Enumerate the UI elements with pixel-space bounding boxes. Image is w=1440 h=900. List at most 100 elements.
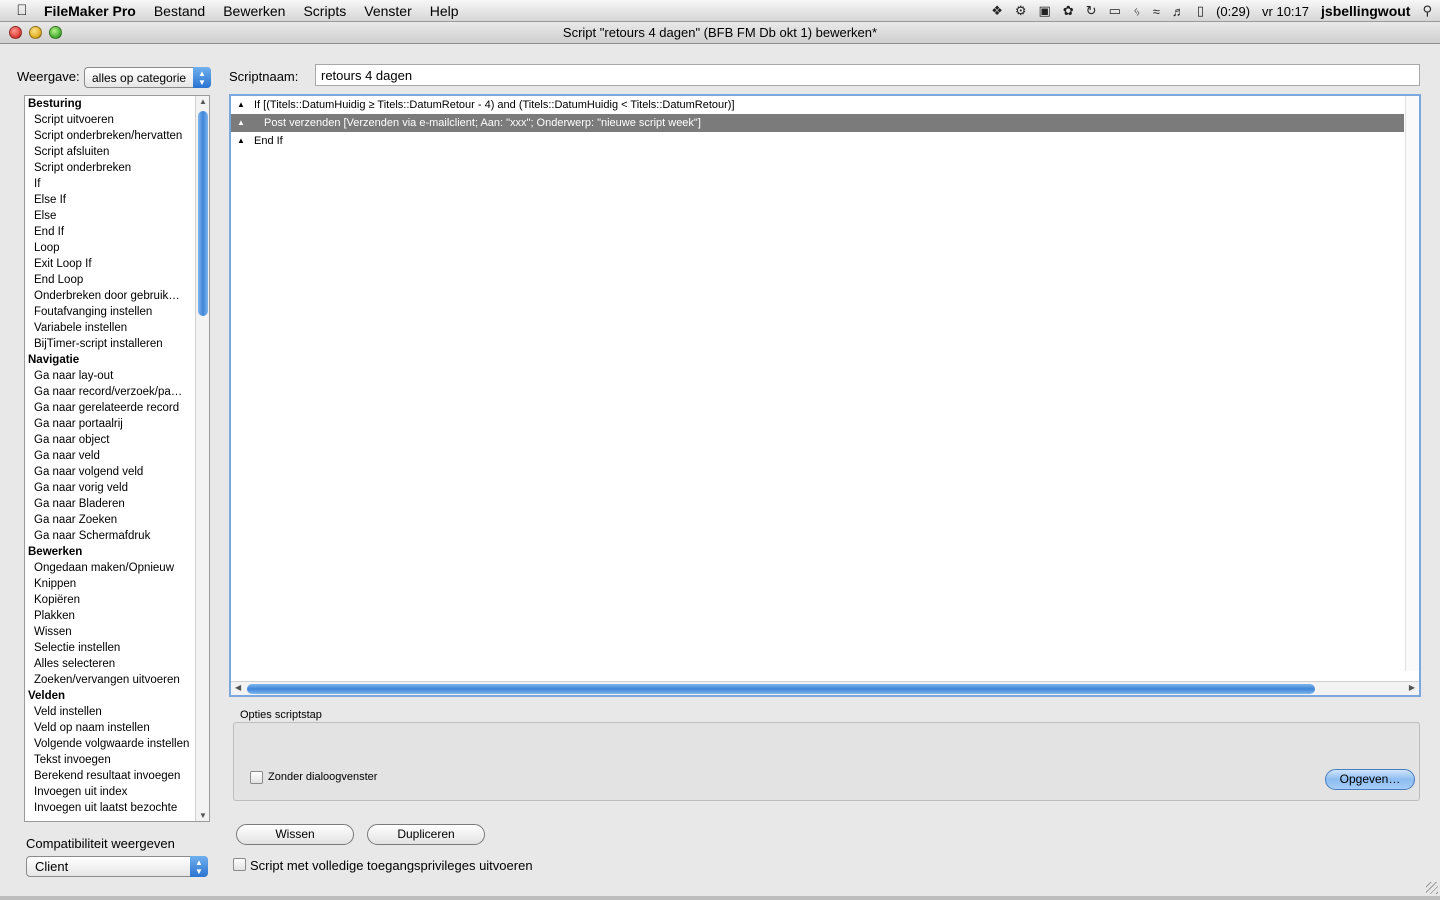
battery-time[interactable]: (0:29) — [1216, 4, 1250, 19]
time-machine-icon[interactable]: ↻ — [1086, 3, 1097, 19]
editor-scroll-thumb[interactable] — [247, 684, 1315, 694]
script-line-text: If [(Titels::DatumHuidig ≥ Titels::Datum… — [254, 99, 735, 111]
step-item[interactable]: Else If — [25, 192, 197, 208]
step-category[interactable]: Bewerken — [25, 544, 197, 560]
step-item[interactable]: Ga naar lay-out — [25, 368, 197, 384]
step-item[interactable]: Knippen — [25, 576, 197, 592]
step-item[interactable]: Foutafvanging instellen — [25, 304, 197, 320]
step-item[interactable]: Ga naar volgend veld — [25, 464, 197, 480]
step-item[interactable]: BijTimer-script installeren — [25, 336, 197, 352]
script-editor-pane[interactable]: ▲ If [(Titels::DatumHuidig ≥ Titels::Dat… — [229, 94, 1421, 697]
step-item[interactable]: Invoegen uit laatst bezochte — [25, 800, 197, 816]
step-item[interactable]: Veld instellen — [25, 704, 197, 720]
step-category[interactable]: Navigatie — [25, 352, 197, 368]
compat-select[interactable]: Client ▲ ▼ — [26, 856, 208, 877]
step-item[interactable]: Else — [25, 208, 197, 224]
wifi-icon[interactable]: ≈ — [1153, 4, 1160, 19]
spotlight-search-icon[interactable]: ⚲ — [1422, 3, 1432, 19]
step-item[interactable]: Wissen — [25, 624, 197, 640]
step-item[interactable]: Tekst invoegen — [25, 752, 197, 768]
apple-menu-icon[interactable]:  — [0, 2, 44, 19]
display-icon[interactable]: ▭ — [1109, 3, 1121, 19]
step-item[interactable]: Berekend resultaat invoegen — [25, 768, 197, 784]
battery-icon[interactable]: ▯ — [1197, 3, 1204, 19]
step-item[interactable]: End If — [25, 224, 197, 240]
scroll-left-icon[interactable]: ◀ — [235, 683, 241, 692]
close-window-button[interactable] — [9, 26, 22, 39]
window-controls — [9, 26, 62, 39]
steps-scrollbar[interactable]: ▲ ▼ — [195, 96, 209, 821]
specify-button[interactable]: Opgeven… — [1325, 769, 1415, 790]
resize-grip-icon[interactable] — [1426, 882, 1438, 894]
step-item[interactable]: Ga naar record/verzoek/pa… — [25, 384, 197, 400]
step-item[interactable]: Invoegen uit index — [25, 784, 197, 800]
step-item[interactable]: Script uitvoeren — [25, 112, 197, 128]
step-item[interactable]: Ga naar Zoeken — [25, 512, 197, 528]
script-line-selected[interactable]: ▲ Post verzenden [Verzenden via e-mailcl… — [231, 114, 1404, 132]
step-category[interactable]: Velden — [25, 688, 197, 704]
minimize-window-button[interactable] — [29, 26, 42, 39]
step-item[interactable]: Ga naar portaalrij — [25, 416, 197, 432]
step-item[interactable]: Selectie instellen — [25, 640, 197, 656]
step-item[interactable]: Ga naar Schermafdruk — [25, 528, 197, 544]
scroll-up-icon[interactable]: ▲ — [196, 97, 209, 106]
step-item[interactable]: Ga naar vorig veld — [25, 480, 197, 496]
zoom-window-button[interactable] — [49, 26, 62, 39]
step-item[interactable]: Ga naar gerelateerde record — [25, 400, 197, 416]
step-options-panel: Zonder dialoogvenster Opgeven… — [233, 722, 1420, 801]
drag-handle-icon[interactable]: ▲ — [237, 132, 245, 150]
step-item[interactable]: If — [25, 176, 197, 192]
step-item[interactable]: Variabele instellen — [25, 320, 197, 336]
step-item[interactable]: Script onderbreken — [25, 160, 197, 176]
step-item[interactable]: Script afsluiten — [25, 144, 197, 160]
step-item[interactable]: Ga naar object — [25, 432, 197, 448]
menu-clock[interactable]: vr 10:17 — [1262, 4, 1309, 19]
script-line[interactable]: ▲ If [(Titels::DatumHuidig ≥ Titels::Dat… — [231, 96, 1404, 114]
sync-icon[interactable]: ⚙ — [1015, 3, 1027, 19]
step-item[interactable]: Exit Loop If — [25, 256, 197, 272]
step-item[interactable]: Ongedaan maken/Opnieuw — [25, 560, 197, 576]
step-item[interactable]: Zoeken/vervangen uitvoeren — [25, 672, 197, 688]
step-item[interactable]: Alles selecteren — [25, 656, 197, 672]
volume-icon[interactable]: ♬ — [1172, 4, 1185, 19]
no-dialog-checkbox[interactable] — [250, 771, 263, 784]
menu-bestand[interactable]: Bestand — [154, 3, 205, 19]
step-item[interactable]: Onderbreken door gebruik… — [25, 288, 197, 304]
editor-vertical-scrollbar[interactable] — [1405, 96, 1419, 671]
drag-handle-icon[interactable]: ▲ — [237, 114, 245, 132]
menu-scripts[interactable]: Scripts — [303, 3, 346, 19]
shield-icon[interactable]: ▣ — [1039, 3, 1051, 19]
full-privileges-checkbox[interactable] — [233, 858, 246, 871]
dropbox-icon[interactable]: ❖ — [991, 3, 1003, 19]
step-item[interactable]: Ga naar Bladeren — [25, 496, 197, 512]
bluetooth-icon[interactable]: ᛃ — [1133, 4, 1141, 19]
script-steps-list[interactable]: Besturing Script uitvoeren Script onderbre… — [24, 95, 210, 822]
step-item[interactable]: End Loop — [25, 272, 197, 288]
clear-button[interactable]: Wissen — [236, 824, 354, 845]
script-steps-items: Besturing Script uitvoeren Script onderbre… — [25, 96, 197, 816]
script-name-label: Scriptnaam: — [229, 69, 299, 84]
step-item[interactable]: Script onderbreken/hervatten — [25, 128, 197, 144]
menu-user[interactable]: jsbellingwout — [1321, 3, 1410, 19]
drag-handle-icon[interactable]: ▲ — [237, 96, 245, 114]
duplicate-button[interactable]: Dupliceren — [367, 824, 485, 845]
paw-icon[interactable]: ✿ — [1063, 3, 1074, 19]
menu-bewerken[interactable]: Bewerken — [223, 3, 285, 19]
script-name-input[interactable]: retours 4 dagen — [315, 64, 1420, 86]
script-line[interactable]: ▲ End If — [231, 132, 1404, 150]
menu-venster[interactable]: Venster — [364, 3, 411, 19]
steps-scroll-thumb[interactable] — [198, 111, 208, 316]
view-select[interactable]: alles op categorie ▲ ▼ — [84, 67, 211, 88]
scroll-down-icon[interactable]: ▼ — [196, 811, 209, 820]
step-item[interactable]: Volgende volgwaarde instellen — [25, 736, 197, 752]
step-item[interactable]: Plakken — [25, 608, 197, 624]
scroll-right-icon[interactable]: ▶ — [1409, 683, 1415, 692]
editor-horizontal-scrollbar[interactable]: ◀ ▶ — [231, 681, 1419, 695]
step-item[interactable]: Loop — [25, 240, 197, 256]
menu-app-name[interactable]: FileMaker Pro — [44, 3, 136, 19]
step-category[interactable]: Besturing — [25, 96, 197, 112]
step-item[interactable]: Ga naar veld — [25, 448, 197, 464]
step-item[interactable]: Veld op naam instellen — [25, 720, 197, 736]
step-item[interactable]: Kopiëren — [25, 592, 197, 608]
menu-help[interactable]: Help — [430, 3, 459, 19]
